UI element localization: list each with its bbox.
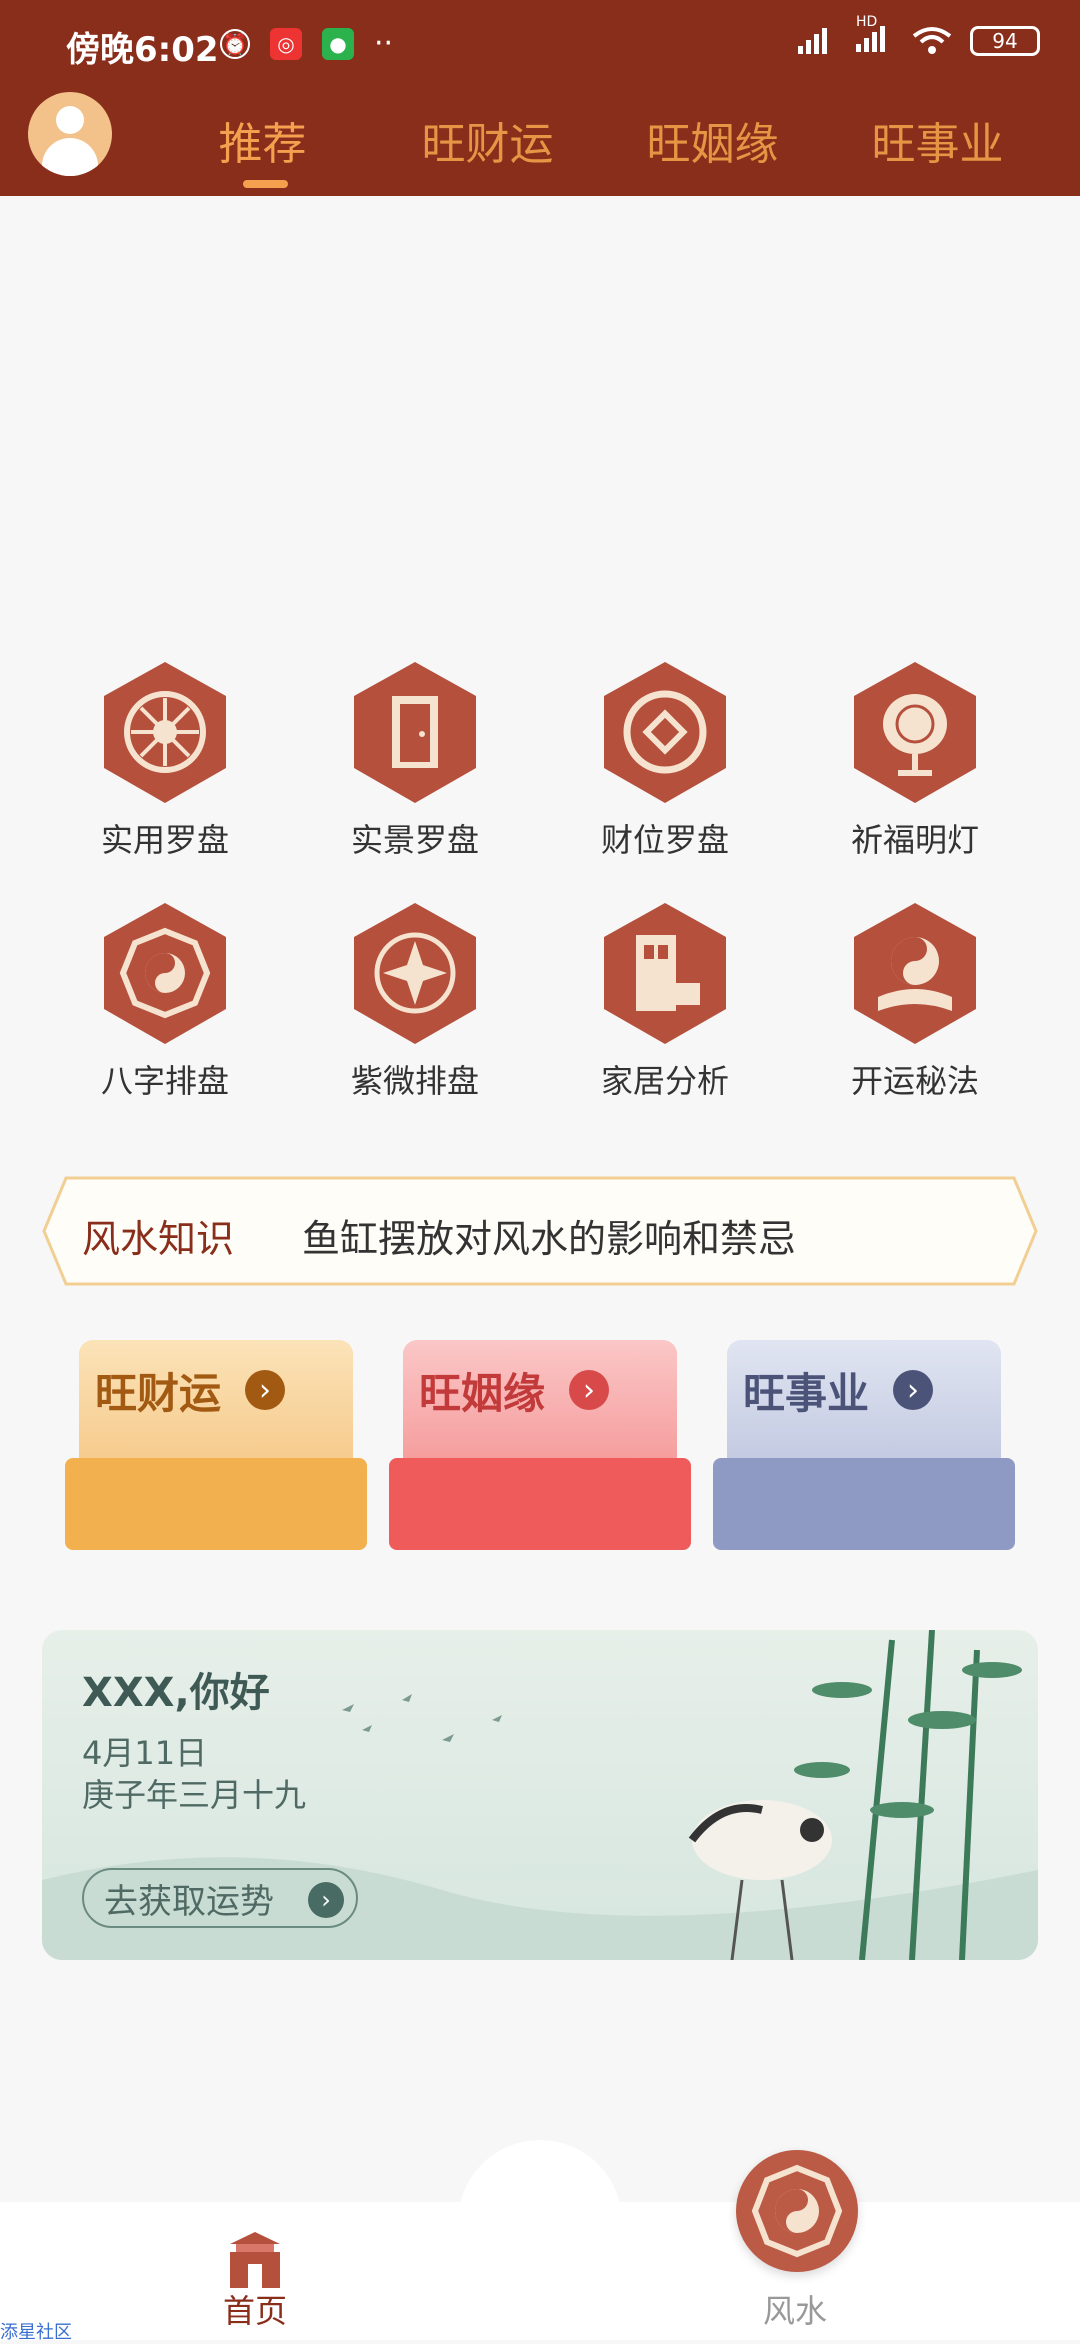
tool-home-analysis[interactable]: 家居分析 xyxy=(540,901,790,1102)
tab-marriage[interactable]: 旺姻缘 xyxy=(600,108,825,172)
card-title: 旺姻缘 xyxy=(419,1369,546,1418)
chevron-right-icon: › xyxy=(245,1370,285,1410)
career-card[interactable]: 旺事业 › xyxy=(713,1340,1015,1550)
hd-signal-icon: HD xyxy=(854,14,894,58)
watermark: 添星社区 xyxy=(0,2322,72,2343)
tool-label: 开运秘法 xyxy=(850,1062,979,1100)
tool-luck-secrets[interactable]: 开运秘法 xyxy=(790,901,1040,1102)
get-fortune-label: 去获取运势 xyxy=(104,1881,274,1922)
tool-label: 财位罗盘 xyxy=(600,821,729,859)
more-dots-icon: ·· xyxy=(374,26,394,61)
chevron-right-icon: › xyxy=(308,1882,344,1918)
tool-bazi[interactable]: 八字排盘 xyxy=(40,901,290,1102)
tool-wealth-compass[interactable]: 财位罗盘 xyxy=(540,660,790,861)
tool-label: 实用罗盘 xyxy=(100,821,229,859)
tool-label: 实景罗盘 xyxy=(350,821,479,859)
nav-fengshui-label[interactable]: 风水 xyxy=(740,2286,850,2332)
wealth-card[interactable]: 旺财运 › xyxy=(65,1340,367,1550)
gregorian-date: 4月11日 xyxy=(82,1734,208,1772)
signal-icon xyxy=(798,28,827,54)
status-left-icons: ⏰ ◎ ● ·· xyxy=(220,26,393,61)
card-title: 旺事业 xyxy=(743,1369,870,1418)
door-icon xyxy=(350,660,480,805)
status-right-icons: HD 94 xyxy=(796,14,1040,58)
card-bottom xyxy=(389,1458,691,1550)
hd-label: HD xyxy=(856,14,878,30)
yinyang-book-icon xyxy=(850,901,980,1046)
fengshui-knowledge-bar[interactable]: 风水知识 鱼缸摆放对风水的影响和禁忌 xyxy=(42,1176,1038,1286)
bagua-icon xyxy=(751,2164,843,2258)
battery-indicator: 94 xyxy=(970,26,1040,56)
avatar-head xyxy=(56,106,84,134)
lunar-date: 庚子年三月十九 xyxy=(82,1776,307,1814)
home-temple-icon[interactable] xyxy=(222,2226,288,2292)
marriage-card[interactable]: 旺姻缘 › xyxy=(389,1340,691,1550)
tool-practical-compass[interactable]: 实用罗盘 xyxy=(40,660,290,861)
card-bottom xyxy=(713,1458,1015,1550)
tab-recommend[interactable]: 推荐 xyxy=(150,108,375,188)
coin-icon xyxy=(600,660,730,805)
lamp-icon xyxy=(850,660,980,805)
tool-label: 祈福明灯 xyxy=(850,821,979,859)
avatar[interactable] xyxy=(28,92,112,176)
compass-icon xyxy=(100,660,230,805)
nav-home-label[interactable]: 首页 xyxy=(200,2286,310,2332)
alarm-icon: ⏰ xyxy=(220,28,250,59)
tool-label: 八字排盘 xyxy=(100,1062,229,1100)
avatar-body xyxy=(42,138,98,176)
home-layout-icon xyxy=(600,901,730,1046)
tool-live-compass[interactable]: 实景罗盘 xyxy=(290,660,540,861)
card-title: 旺财运 xyxy=(95,1369,222,1418)
netease-music-icon: ◎ xyxy=(270,27,302,60)
top-header: 推荐 旺财运 旺姻缘 旺事业 xyxy=(0,90,1080,196)
status-time: 傍晚6:02 xyxy=(66,30,219,70)
star-compass-icon xyxy=(350,901,480,1046)
fengshui-bagua-button[interactable] xyxy=(736,2150,858,2272)
tab-wealth[interactable]: 旺财运 xyxy=(375,108,600,172)
bagua-icon xyxy=(100,901,230,1046)
bottom-nav: 首页 风水 xyxy=(0,2202,1080,2340)
tab-career[interactable]: 旺事业 xyxy=(825,108,1050,172)
knowledge-article-link[interactable]: 鱼缸摆放对风水的影响和禁忌 xyxy=(302,1208,796,1263)
message-app-icon: ● xyxy=(322,27,354,60)
tool-label: 紫微排盘 xyxy=(350,1062,479,1100)
tools-grid: 实用罗盘 实景罗盘 财位罗盘 祈福明灯 八字排盘 紫微排盘 家居分析 开运秘法 xyxy=(40,660,1040,1102)
tool-ziwei[interactable]: 紫微排盘 xyxy=(290,901,540,1102)
top-tabs: 推荐 旺财运 旺姻缘 旺事业 xyxy=(150,108,1050,188)
daily-fortune-banner: XXX,你好 4月11日 庚子年三月十九 去获取运势 › xyxy=(42,1630,1038,1960)
wifi-icon xyxy=(912,27,952,54)
chevron-right-icon: › xyxy=(893,1370,933,1410)
fortune-cards: 旺财运 › 旺姻缘 › 旺事业 › xyxy=(65,1340,1015,1550)
chevron-right-icon: › xyxy=(569,1370,609,1410)
status-bar: 傍晚6:02 ⏰ ◎ ● ·· HD 94 xyxy=(0,0,1080,90)
tool-blessing-lamp[interactable]: 祈福明灯 xyxy=(790,660,1040,861)
card-bottom xyxy=(65,1458,367,1550)
knowledge-title: 风水知识 xyxy=(82,1217,235,1261)
greeting: XXX,你好 xyxy=(82,1670,270,1716)
get-fortune-button[interactable]: 去获取运势 › xyxy=(82,1868,358,1928)
tool-label: 家居分析 xyxy=(600,1062,729,1100)
